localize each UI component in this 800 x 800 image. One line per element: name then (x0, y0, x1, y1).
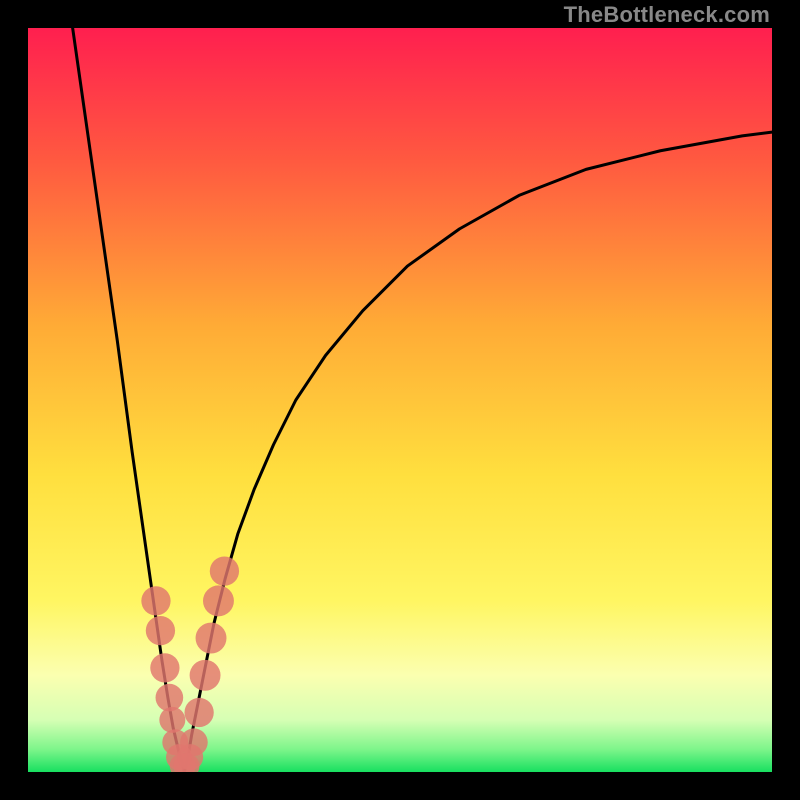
plot-area (28, 28, 772, 772)
data-point (196, 623, 227, 654)
curve-layer (28, 28, 772, 772)
chart-container: TheBottleneck.com (0, 0, 800, 800)
curve-right-branch (184, 132, 772, 772)
data-point (190, 660, 221, 691)
data-point (141, 586, 170, 615)
data-point (210, 556, 239, 585)
watermark-text: TheBottleneck.com (564, 2, 770, 28)
data-point (184, 698, 213, 727)
data-point (203, 585, 234, 616)
data-point (159, 707, 185, 733)
data-point (150, 653, 179, 682)
data-point (180, 728, 208, 756)
data-point-markers (141, 556, 239, 772)
data-point (146, 616, 175, 645)
